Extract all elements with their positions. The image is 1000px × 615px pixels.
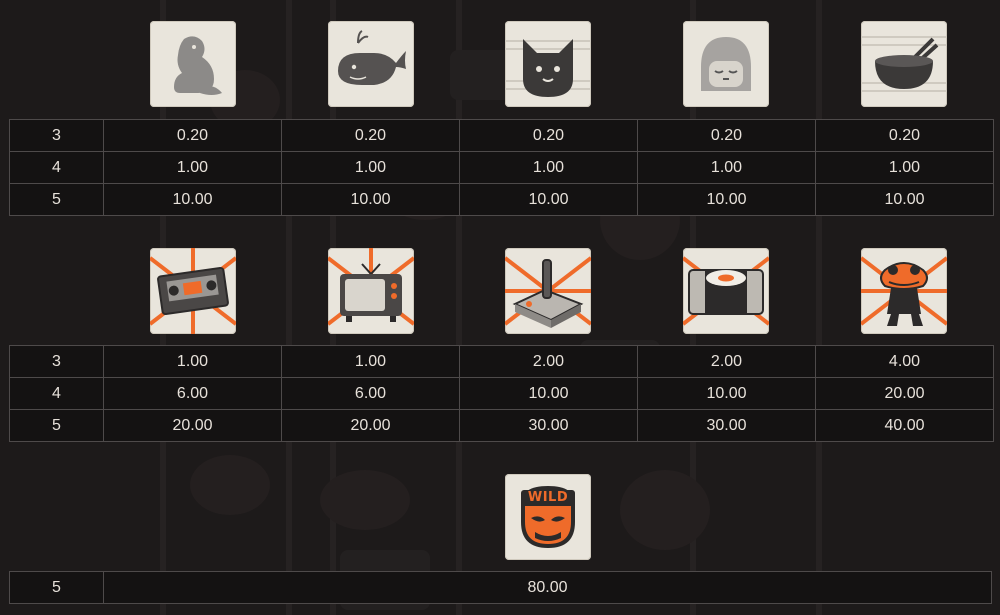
paytable-high: 3 1.00 1.00 2.00 2.00 4.00 4 6.00 6.00 1… [9,345,994,442]
value-cell: 0.20 [637,119,816,152]
value-cell: 1.00 [281,151,460,184]
value-cell: 0.20 [815,119,994,152]
value-cell: 1.00 [103,345,282,378]
count-cell: 5 [9,571,104,604]
frog-icon [861,248,947,334]
value-cell: 10.00 [637,377,816,410]
value-cell: 1.00 [281,345,460,378]
count-cell: 4 [9,377,104,410]
table-row: 4 6.00 6.00 10.00 10.00 20.00 [9,377,994,410]
whale-icon [328,21,414,107]
table-row: 5 10.00 10.00 10.00 10.00 10.00 [9,183,994,216]
table-row: 3 0.20 0.20 0.20 0.20 0.20 [9,119,994,152]
value-cell: 0.20 [459,119,638,152]
value-cell: 1.00 [103,151,282,184]
value-cell: 1.00 [459,151,638,184]
value-cell: 0.20 [103,119,282,152]
count-cell: 3 [9,345,104,378]
value-cell: 20.00 [815,377,994,410]
value-cell: 10.00 [103,183,282,216]
value-cell: 10.00 [281,183,460,216]
value-cell: 1.00 [637,151,816,184]
joystick-icon [505,248,591,334]
count-cell: 3 [9,119,104,152]
paytable-wild: 5 80.00 [9,571,992,604]
value-cell: 20.00 [103,409,282,442]
wild-label: WILD [527,490,569,505]
value-cell: 30.00 [459,409,638,442]
beaver-icon [150,21,236,107]
value-cell: 2.00 [459,345,638,378]
bowl-chopsticks-icon [861,21,947,107]
table-row: 5 20.00 20.00 30.00 30.00 40.00 [9,409,994,442]
count-cell: 5 [9,183,104,216]
count-cell: 5 [9,409,104,442]
count-cell: 4 [9,151,104,184]
symbol-row-wild: WILD [0,474,1000,562]
value-cell: 20.00 [281,409,460,442]
paytable-low: 3 0.20 0.20 0.20 0.20 0.20 4 1.00 1.00 1… [9,119,994,216]
value-cell: 10.00 [815,183,994,216]
value-cell: 30.00 [637,409,816,442]
value-cell: 10.00 [459,377,638,410]
vhs-tape-icon [150,248,236,334]
value-cell: 2.00 [637,345,816,378]
value-cell: 10.00 [459,183,638,216]
value-cell: 1.00 [815,151,994,184]
table-row: 4 1.00 1.00 1.00 1.00 1.00 [9,151,994,184]
value-cell: 80.00 [103,571,992,604]
value-cell: 4.00 [815,345,994,378]
value-cell: 10.00 [637,183,816,216]
value-cell: 0.20 [281,119,460,152]
tv-icon [328,248,414,334]
cat-icon [505,21,591,107]
table-row: 5 80.00 [9,571,992,604]
value-cell: 6.00 [281,377,460,410]
value-cell: 40.00 [815,409,994,442]
wild-mask-icon: WILD [505,474,591,560]
table-row: 3 1.00 1.00 2.00 2.00 4.00 [9,345,994,378]
symbol-row-high [0,248,1000,336]
value-cell: 6.00 [103,377,282,410]
symbol-row-low [0,21,1000,109]
sushi-icon [683,248,769,334]
girl-icon [683,21,769,107]
